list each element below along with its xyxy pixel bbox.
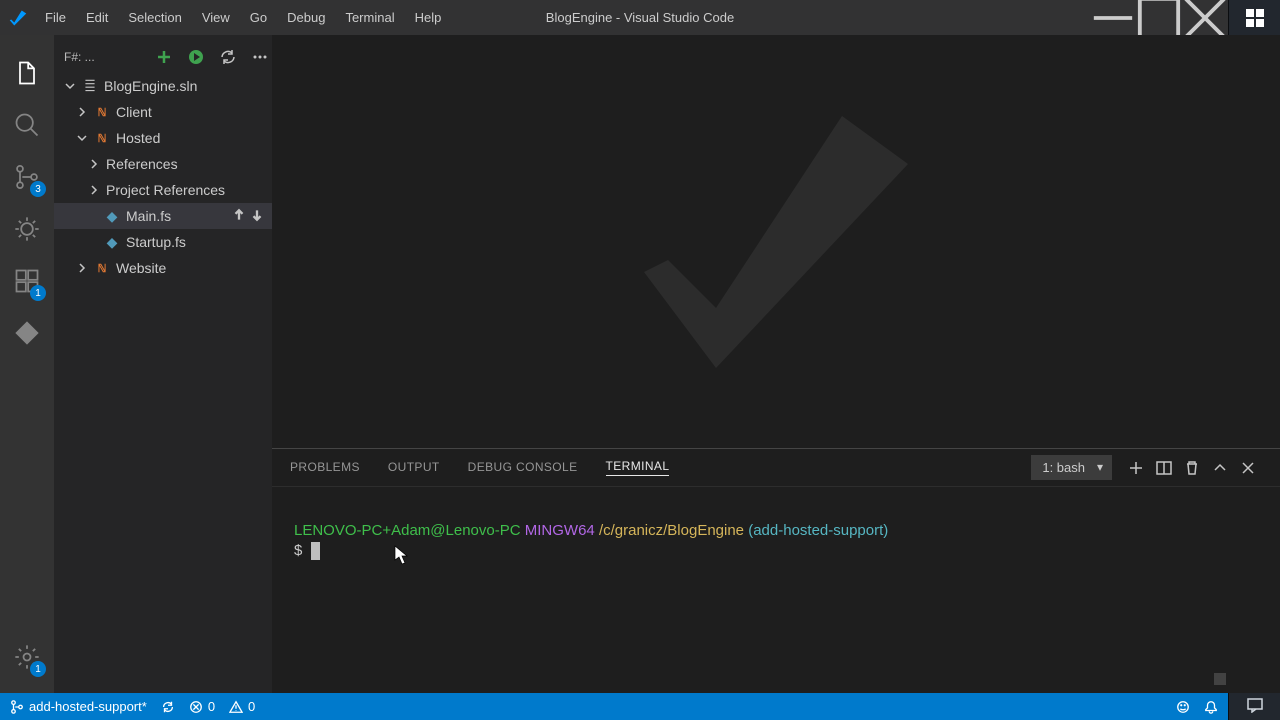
action-center-icon[interactable] — [1229, 690, 1280, 720]
terminal-cwd: /c/granicz/BlogEngine — [599, 522, 744, 539]
menu-bar: File Edit Selection View Go Debug Termin… — [35, 0, 451, 35]
activity-debug-icon[interactable] — [0, 203, 54, 255]
terminal-msystem: MINGW64 — [525, 522, 595, 539]
tree-project-references[interactable]: Project References — [54, 177, 272, 203]
bottom-panel: PROBLEMS OUTPUT DEBUG CONSOLE TERMINAL 1… — [272, 448, 1280, 693]
fsharp-file-icon: ◆ — [104, 234, 120, 250]
chevron-right-icon — [86, 156, 102, 172]
terminal-user-host: LENOVO-PC+Adam@Lenovo-PC — [294, 522, 521, 539]
status-warnings[interactable]: 0 — [229, 699, 255, 714]
activity-search-icon[interactable] — [0, 99, 54, 151]
tree-label: Main.fs — [126, 208, 171, 224]
maximize-panel-icon[interactable] — [1206, 460, 1234, 476]
fsharp-file-icon: ◆ — [104, 208, 120, 224]
tree-label: Startup.fs — [126, 234, 186, 250]
activity-source-control-icon[interactable]: 3 — [0, 151, 54, 203]
terminal-shell-select[interactable]: 1: bash — [1031, 455, 1112, 480]
chevron-down-icon — [74, 130, 90, 146]
editor-placeholder — [272, 35, 1280, 448]
chevron-down-icon — [62, 78, 78, 94]
terminal-branch: (add-hosted-support) — [748, 522, 888, 539]
activity-settings-icon[interactable]: 1 — [0, 631, 54, 683]
tree-label: Website — [116, 260, 166, 276]
tree-website[interactable]: ℕ Website — [54, 255, 272, 281]
scm-badge: 3 — [30, 181, 46, 197]
move-up-icon[interactable] — [232, 208, 246, 225]
terminal-cursor — [311, 542, 320, 560]
solution-explorer: F#: ... BlogEngine.sln ℕ Client ℕ Hosted… — [54, 35, 272, 693]
menu-debug[interactable]: Debug — [277, 0, 335, 35]
status-errors[interactable]: 0 — [189, 699, 215, 714]
titlebar: File Edit Selection View Go Debug Termin… — [0, 0, 1280, 35]
fsharp-project-icon: ℕ — [94, 260, 110, 276]
tree-label: Hosted — [116, 130, 160, 146]
chevron-right-icon — [86, 182, 102, 198]
status-bar: add-hosted-support* 0 0 — [0, 693, 1228, 720]
refresh-button[interactable] — [216, 45, 240, 69]
tab-terminal[interactable]: TERMINAL — [606, 459, 670, 476]
tree-solution[interactable]: BlogEngine.sln — [54, 73, 272, 99]
vscode-logo-icon — [0, 9, 35, 27]
tab-problems[interactable]: PROBLEMS — [290, 460, 360, 476]
terminal[interactable]: LENOVO-PC+Adam@Lenovo-PC MINGW64 /c/gran… — [272, 487, 1280, 693]
tab-debug-console[interactable]: DEBUG CONSOLE — [468, 460, 578, 476]
menu-edit[interactable]: Edit — [76, 0, 118, 35]
tree-references[interactable]: References — [54, 151, 272, 177]
menu-help[interactable]: Help — [405, 0, 452, 35]
status-feedback-icon[interactable] — [1176, 700, 1190, 714]
activity-extensions-icon[interactable]: 1 — [0, 255, 54, 307]
tree-label: Client — [116, 104, 152, 120]
fsharp-project-icon: ℕ — [94, 104, 110, 120]
tree-file-main[interactable]: ◆ Main.fs — [54, 203, 272, 229]
extensions-badge: 1 — [30, 285, 46, 301]
split-terminal-icon[interactable] — [1150, 460, 1178, 476]
tree-file-startup[interactable]: ◆ Startup.fs — [54, 229, 272, 255]
move-down-icon[interactable] — [250, 208, 264, 225]
window-controls — [1090, 0, 1228, 35]
tree-label: Project References — [106, 182, 225, 198]
run-button[interactable] — [184, 45, 208, 69]
windows-start-button[interactable] — [1229, 0, 1280, 36]
activity-ionide-icon[interactable] — [0, 307, 54, 359]
chevron-right-icon — [74, 260, 90, 276]
menu-selection[interactable]: Selection — [118, 0, 191, 35]
activity-bar: 3 1 1 — [0, 35, 54, 693]
solution-icon — [82, 78, 98, 94]
status-branch[interactable]: add-hosted-support* — [10, 699, 147, 714]
add-button[interactable] — [152, 45, 176, 69]
tree-label: BlogEngine.sln — [104, 78, 197, 94]
close-panel-icon[interactable] — [1234, 460, 1262, 476]
menu-file[interactable]: File — [35, 0, 76, 35]
minimize-button[interactable] — [1090, 0, 1136, 35]
terminal-scrollbar[interactable] — [1214, 673, 1226, 685]
settings-badge: 1 — [30, 661, 46, 677]
more-button[interactable] — [248, 45, 272, 69]
status-sync[interactable] — [161, 700, 175, 714]
menu-terminal[interactable]: Terminal — [335, 0, 404, 35]
tree-client[interactable]: ℕ Client — [54, 99, 272, 125]
kill-terminal-icon[interactable] — [1178, 460, 1206, 476]
maximize-button[interactable] — [1136, 0, 1182, 35]
window-title: BlogEngine - Visual Studio Code — [546, 10, 734, 25]
activity-explorer-icon[interactable] — [0, 47, 54, 99]
tree-hosted[interactable]: ℕ Hosted — [54, 125, 272, 151]
tree-label: References — [106, 156, 178, 172]
menu-go[interactable]: Go — [240, 0, 277, 35]
close-button[interactable] — [1182, 0, 1228, 35]
fsharp-project-icon: ℕ — [94, 130, 110, 146]
new-terminal-icon[interactable] — [1122, 460, 1150, 476]
tab-output[interactable]: OUTPUT — [388, 460, 440, 476]
sidebar-header-label: F#: ... — [64, 50, 95, 64]
chevron-right-icon — [74, 104, 90, 120]
status-bell-icon[interactable] — [1204, 700, 1218, 714]
terminal-ps1: $ — [294, 542, 302, 559]
menu-view[interactable]: View — [192, 0, 240, 35]
